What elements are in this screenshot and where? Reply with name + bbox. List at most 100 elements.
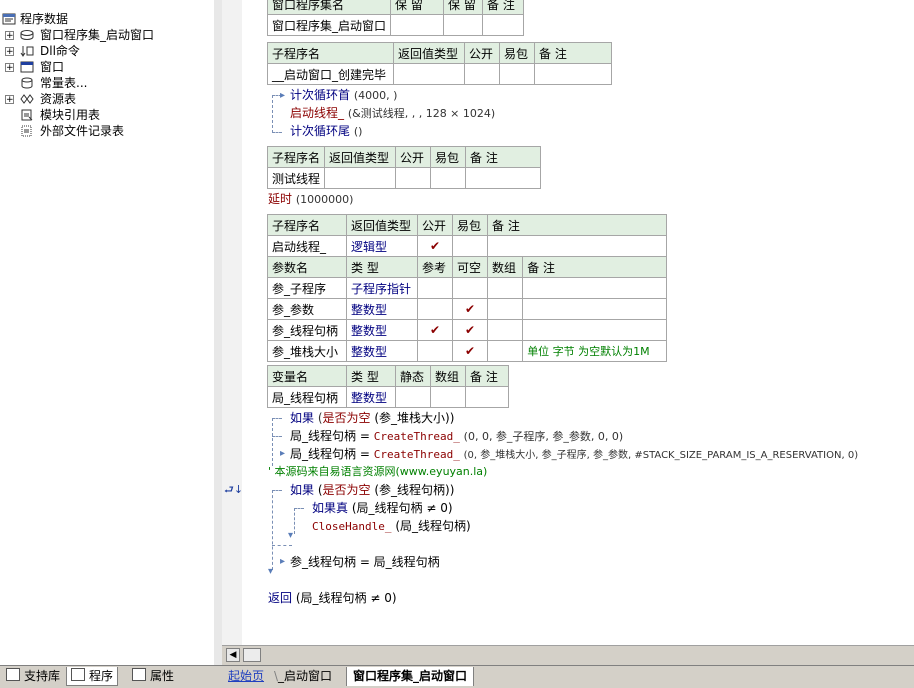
code-comment[interactable]: ' 本源码来自易语言资源网(www.eyuyan.la): [268, 463, 487, 481]
col-header: 返回值类型: [324, 146, 397, 168]
cell[interactable]: [482, 14, 525, 36]
ref-check[interactable]: [417, 340, 453, 362]
cell[interactable]: [499, 63, 535, 85]
subroutine-name-cell[interactable]: 测试线程: [266, 167, 326, 189]
param-name-cell[interactable]: 参_子程序: [267, 277, 347, 299]
cell[interactable]: [464, 63, 500, 85]
arrow-icon: ▸: [280, 90, 286, 101]
tab-form[interactable]: \_启动窗口: [274, 667, 332, 686]
expand-icon[interactable]: +: [5, 63, 14, 73]
nullable-check[interactable]: [452, 277, 488, 299]
static-cell[interactable]: [395, 386, 431, 408]
code-line[interactable]: 计次循环首 (4000, ): [290, 86, 397, 104]
col-header: 易包: [452, 214, 488, 236]
cell[interactable]: [390, 14, 445, 36]
cell[interactable]: [395, 167, 432, 189]
col-header: 子程序名: [267, 214, 347, 236]
array-cell[interactable]: [486, 277, 524, 299]
args: (参_线程句柄)): [374, 483, 455, 497]
expand-icon[interactable]: +: [5, 95, 14, 105]
project-tree-panel: 程序数据 + 窗口程序集_启动窗口 + Dll命令 + 窗口 常量表... + …: [0, 0, 215, 665]
cell[interactable]: [443, 14, 484, 36]
array-cell[interactable]: [430, 386, 466, 408]
param-type-cell[interactable]: 整数型: [346, 298, 418, 320]
tab-program[interactable]: 程序: [66, 667, 119, 686]
public-check[interactable]: ✔: [417, 235, 453, 257]
code-line[interactable]: 如果 (是否为空 (参_线程句柄)): [290, 481, 454, 499]
subroutine-name-cell[interactable]: 启动线程_: [267, 235, 347, 257]
code-editor[interactable]: 窗口程序集名 保 留 保 留 备 注 窗口程序集_启动窗口 子程序名 返回值类型…: [242, 0, 914, 645]
module-ref-icon: [20, 109, 34, 121]
return-type-cell[interactable]: 逻辑型: [346, 235, 418, 257]
tab-label: 程序: [89, 669, 114, 683]
note-cell[interactable]: [522, 319, 667, 341]
code-line[interactable]: 局_线程句柄 = CreateThread_ (0, 0, 参_子程序, 参_参…: [290, 427, 623, 445]
note-cell[interactable]: [522, 298, 667, 320]
tab-assembly[interactable]: 窗口程序集_启动窗口: [346, 667, 475, 686]
param-type-cell[interactable]: 整数型: [346, 340, 418, 362]
cell[interactable]: [393, 63, 465, 85]
expand-icon[interactable]: +: [5, 47, 14, 57]
keyword: 如果: [290, 483, 315, 497]
code-line[interactable]: 延时 (1000000): [268, 190, 353, 208]
col-header: 公开: [417, 214, 453, 236]
arrow-icon: ▾: [268, 566, 274, 577]
col-header: 公开: [464, 42, 500, 64]
col-header: 保 留: [390, 0, 445, 15]
cell[interactable]: [430, 167, 467, 189]
cell[interactable]: [324, 167, 397, 189]
args: (4000, ): [353, 89, 398, 102]
tab-start-page[interactable]: 起始页: [228, 667, 264, 686]
param-type-cell[interactable]: 整数型: [346, 319, 418, 341]
tree-root-label: 程序数据: [20, 12, 69, 26]
tree-item-label: 外部文件记录表: [40, 124, 125, 138]
nullable-check[interactable]: ✔: [452, 319, 488, 341]
ref-check[interactable]: ✔: [417, 319, 453, 341]
tab-support-library[interactable]: 支持库: [2, 667, 64, 686]
tab-properties[interactable]: 属性: [128, 667, 178, 686]
note-cell[interactable]: [465, 386, 509, 408]
param-name-cell[interactable]: 参_线程句柄: [267, 319, 347, 341]
param-name-cell[interactable]: 参_堆栈大小: [267, 340, 347, 362]
subroutine-name-cell[interactable]: __启动窗口_创建完毕: [267, 63, 394, 85]
ref-check[interactable]: [417, 277, 453, 299]
note-cell[interactable]: 单位 字节 为空默认为1M: [522, 340, 667, 362]
code-line[interactable]: 启动线程_ (&测试线程, , , 128 × 1024): [290, 104, 495, 122]
code-line[interactable]: CloseHandle_ (局_线程句柄): [312, 517, 471, 535]
var-name-cell[interactable]: 局_线程句柄: [267, 386, 347, 408]
scroll-left-icon[interactable]: ◀: [226, 648, 240, 662]
array-cell[interactable]: [486, 319, 524, 341]
cell[interactable]: [452, 235, 488, 257]
note-cell[interactable]: [522, 277, 667, 299]
tree-item-label: Dll命令: [40, 44, 80, 58]
scroll-thumb[interactable]: [243, 648, 261, 662]
code-line[interactable]: 计次循环尾 (): [290, 122, 362, 140]
param-name-cell[interactable]: 参_参数: [267, 298, 347, 320]
array-cell[interactable]: [486, 298, 524, 320]
library-icon: [6, 668, 20, 681]
code-line[interactable]: 如果真 (局_线程句柄 ≠ 0): [312, 499, 453, 517]
nullable-check[interactable]: ✔: [452, 340, 488, 362]
loop-guide: [272, 132, 282, 133]
ref-check[interactable]: [417, 298, 453, 320]
array-cell[interactable]: [486, 340, 524, 362]
horizontal-scrollbar[interactable]: ◀: [222, 645, 914, 666]
cell[interactable]: [465, 167, 542, 189]
col-header: 易包: [499, 42, 535, 64]
col-header: 子程序名: [267, 42, 394, 64]
properties-icon: [132, 668, 146, 681]
nullable-check[interactable]: ✔: [452, 298, 488, 320]
args: (1000000): [295, 193, 354, 206]
flow-guide: [272, 418, 282, 419]
param-type-cell[interactable]: 子程序指针: [346, 277, 418, 299]
code-line[interactable]: 返回 (局_线程句柄 ≠ 0): [268, 589, 397, 607]
code-line[interactable]: 参_线程句柄 = 局_线程句柄: [290, 553, 440, 571]
var-type-cell[interactable]: 整数型: [346, 386, 396, 408]
assembly-name-cell[interactable]: 窗口程序集_启动窗口: [266, 14, 392, 36]
code-line[interactable]: 局_线程句柄 = CreateThread_ (0, 参_堆栈大小, 参_子程序…: [290, 445, 858, 463]
constant-icon: [20, 77, 34, 89]
cell[interactable]: [534, 63, 612, 85]
code-line[interactable]: 如果 (是否为空 (参_堆栈大小)): [290, 409, 454, 427]
expand-icon[interactable]: +: [5, 31, 14, 41]
cell[interactable]: [487, 235, 667, 257]
